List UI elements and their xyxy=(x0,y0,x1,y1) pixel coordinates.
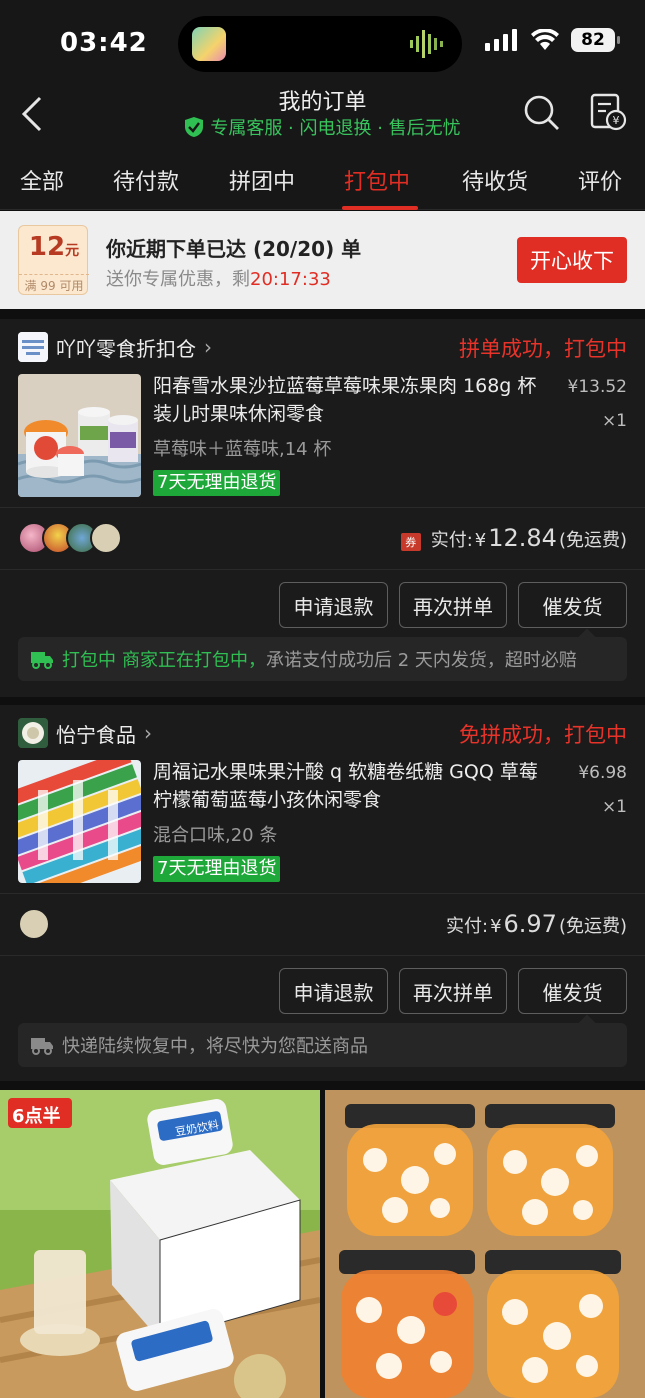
shop-logo-graphic xyxy=(18,718,48,748)
chevron-right-icon: › xyxy=(144,721,152,745)
page-header: 我的订单 专属客服 · 闪电退换 · 售后无忧 ¥ xyxy=(0,80,645,148)
shop-name: 怡宁食品 xyxy=(56,722,136,747)
product-price: ¥6.98 xyxy=(578,763,627,783)
shop-logo xyxy=(18,332,48,362)
paid-currency: ¥ xyxy=(490,916,502,937)
return-policy-tag: 7天无理由退货 xyxy=(153,470,281,496)
return-policy-tag: 7天无理由退货 xyxy=(153,856,281,882)
svg-text:¥: ¥ xyxy=(613,114,620,127)
soy-milk-product-image xyxy=(0,1090,320,1398)
divider xyxy=(0,507,645,508)
tab-packing[interactable]: 打包中 xyxy=(344,164,410,196)
paid-amount: 券 实付: ¥ 12.84 (免运费) xyxy=(400,524,627,552)
status-indicators: 82 xyxy=(485,28,620,52)
notice-text: 承诺支付成功后 2 天内发货，超时必赔 xyxy=(266,650,577,671)
wifi-icon xyxy=(531,29,559,50)
coupon-unit: 元 xyxy=(65,243,80,259)
urge-shipment-button[interactable]: 催发货 xyxy=(518,968,627,1014)
paid-amount: 实付: ¥ 6.97 (免运费) xyxy=(446,910,627,938)
notice-highlight: 商家正在打包中， xyxy=(122,650,266,671)
urge-shipment-button[interactable]: 催发货 xyxy=(518,582,627,628)
avatar xyxy=(18,908,50,940)
signal-icon xyxy=(485,29,517,51)
shipping-note: (免运费) xyxy=(558,530,627,551)
product-spec: 草莓味＋蓝莓味,14 杯 xyxy=(153,439,332,460)
active-tab-indicator xyxy=(342,206,418,210)
truck-icon xyxy=(31,652,53,669)
notice-status: 打包中 xyxy=(62,650,116,671)
shop-link[interactable]: 吖吖零食折扣仓 › xyxy=(18,319,212,375)
tab-pending-payment[interactable]: 待付款 xyxy=(113,164,179,196)
coupon-card: 12元 满 99 可用 xyxy=(18,225,89,295)
search-icon[interactable] xyxy=(523,94,561,132)
product-quantity: ×1 xyxy=(601,411,627,431)
order-status: 拼单成功，打包中 xyxy=(459,337,627,361)
jelly-cups-illustration xyxy=(18,374,141,497)
tab-to-receive[interactable]: 待收货 xyxy=(462,164,528,196)
recommended-product[interactable] xyxy=(325,1090,645,1398)
tab-review[interactable]: 评价 xyxy=(578,164,622,196)
order-card: 怡宁食品 › 免拼成功，打包中 周福记水果味果汁酸 q 软糖卷纸糖 GQQ 草莓… xyxy=(0,705,645,1081)
product-quantity: ×1 xyxy=(601,797,627,817)
shipping-note: (免运费) xyxy=(558,916,627,937)
countdown-timer: 20:17:33 xyxy=(250,269,331,290)
brand-logo-text: 6点半 xyxy=(12,1106,61,1127)
banner-headline: 你近期下单已达 (20/20) 单 xyxy=(106,237,362,261)
product-price: ¥13.52 xyxy=(567,377,627,397)
shipping-notice[interactable]: 快递陆续恢复中，将尽快为您配送商品 xyxy=(18,1023,627,1067)
shop-name: 吖吖零食折扣仓 xyxy=(56,336,196,361)
paid-label: 实付: xyxy=(430,530,473,551)
banner-subtext: 送你专属优惠，剩20:17:33 xyxy=(106,265,331,291)
battery-indicator: 82 xyxy=(571,28,620,52)
paid-value: 12.84 xyxy=(488,524,557,552)
banner-sub-prefix: 送你专属优惠，剩 xyxy=(106,269,250,290)
coupon-icon: 券 xyxy=(400,533,421,551)
service-guarantee-text: 专属客服 · 闪电退换 · 售后无忧 xyxy=(210,118,461,139)
chevron-right-icon: › xyxy=(204,335,212,359)
divider xyxy=(0,955,645,956)
tab-group-buying[interactable]: 拼团中 xyxy=(229,164,295,196)
shop-logo-graphic xyxy=(18,332,48,362)
product-image[interactable] xyxy=(18,760,141,883)
paid-currency: ¥ xyxy=(474,530,487,551)
order-tabs: 全部 待付款 拼团中 打包中 待收货 评价 xyxy=(0,148,645,210)
shop-link[interactable]: 怡宁食品 › xyxy=(18,705,152,761)
product-spec: 混合口味,20 条 xyxy=(153,825,278,846)
recommended-product[interactable]: 6点半 豆奶饮料 xyxy=(0,1090,320,1398)
order-card: 吖吖零食折扣仓 › 拼单成功，打包中 阳春雪水果沙拉蓝莓草莓味果冻果肉 168g… xyxy=(0,319,645,697)
product-name[interactable]: 周福记水果味果汁酸 q 软糖卷纸糖 GQQ 草莓柠檬葡萄蓝莓小孩休闲零食 xyxy=(153,758,553,814)
dynamic-island[interactable] xyxy=(178,16,462,72)
avatar xyxy=(90,522,122,554)
product-image[interactable] xyxy=(18,374,141,497)
request-refund-button[interactable]: 申请退款 xyxy=(279,968,388,1014)
audio-wave-icon xyxy=(410,30,443,58)
canned-fruit-product-image xyxy=(325,1090,645,1398)
status-bar: 03:42 82 xyxy=(0,0,645,80)
status-time: 03:42 xyxy=(60,28,148,58)
tab-all[interactable]: 全部 xyxy=(20,164,64,196)
reorder-group-button[interactable]: 再次拼单 xyxy=(399,968,507,1014)
shipping-notice[interactable]: 打包中 商家正在打包中，承诺支付成功后 2 天内发货，超时必赔 xyxy=(18,637,627,681)
candy-rolls-illustration xyxy=(18,760,141,883)
paid-label: 实付: xyxy=(445,916,489,937)
accept-coupon-button[interactable]: 开心收下 xyxy=(517,237,627,283)
coupon-value: 12 xyxy=(28,232,66,262)
group-members[interactable] xyxy=(18,522,122,554)
coupon-banner: 12元 满 99 可用 你近期下单已达 (20/20) 单 送你专属优惠，剩20… xyxy=(0,211,645,309)
truck-icon xyxy=(31,1038,53,1055)
product-name[interactable]: 阳春雪水果沙拉蓝莓草莓味果冻果肉 168g 杯装儿时果味休闲零食 xyxy=(153,372,553,428)
order-status: 免拼成功，打包中 xyxy=(459,723,627,747)
reorder-group-button[interactable]: 再次拼单 xyxy=(399,582,507,628)
notice-text: 快递陆续恢复中，将尽快为您配送商品 xyxy=(62,1036,368,1057)
group-members[interactable] xyxy=(18,908,50,940)
divider xyxy=(0,893,645,894)
now-playing-app-icon xyxy=(192,27,226,61)
shield-check-icon xyxy=(185,117,204,137)
receipt-icon[interactable]: ¥ xyxy=(589,92,627,132)
shop-logo xyxy=(18,718,48,748)
divider xyxy=(0,569,645,570)
paid-value: 6.97 xyxy=(503,910,557,938)
coupon-condition: 满 99 可用 xyxy=(19,274,89,294)
request-refund-button[interactable]: 申请退款 xyxy=(279,582,388,628)
